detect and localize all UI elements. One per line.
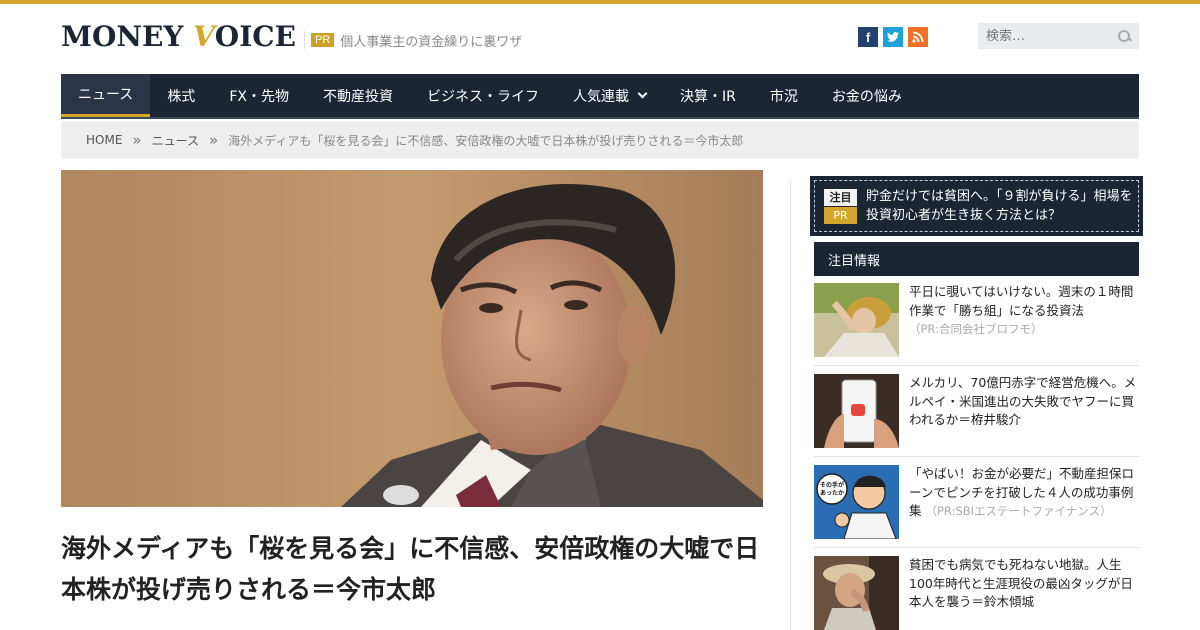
logo-text-main: MONEY [61, 20, 194, 53]
thumbnail-elderly-worker[interactable] [814, 556, 899, 630]
list-item-title: 貧困でも病気でも死ねない地獄。人生100年時代と生涯現役の最凶タッグが日本人を襲… [909, 557, 1133, 609]
list-item-text: 貧困でも病気でも死ねない地獄。人生100年時代と生涯現役の最凶タッグが日本人を襲… [909, 556, 1139, 630]
search-box [978, 23, 1139, 49]
pr-link-text: 個人事業主の資金繰りに裏ワザ [340, 34, 523, 50]
article-title[interactable]: 海外メディアも「桜を見る会」に不信感、安倍政権の大嘘で日本株が投げ売りされる＝今… [61, 528, 761, 610]
rss-icon[interactable] [908, 27, 928, 47]
notice-badge-pr: PR [824, 206, 857, 224]
sidebar-list: 平日に覗いてはいけない。週末の１時間作業で「勝ち組」になる投資法 （PR:合同会… [814, 283, 1139, 630]
nav-label: 決算・IR [679, 88, 736, 105]
facebook-icon[interactable]: f [858, 27, 878, 47]
nav-item-stocks[interactable]: 株式 [150, 74, 212, 117]
thumbnail-mercari-phone[interactable] [814, 374, 899, 448]
nav-item-fx[interactable]: FX・先物 [212, 74, 306, 117]
nav-label: 人気連載 [572, 88, 629, 105]
sidebar-section-title: 注目情報 [814, 242, 1139, 276]
search-input[interactable] [986, 28, 1106, 44]
twitter-icon[interactable] [883, 27, 903, 47]
breadcrumb-separator: » [209, 131, 219, 149]
list-item[interactable]: その手が あったか 「やばい！お金が必要だ」不動産担保ローンでピンチを打破した４… [814, 465, 1139, 548]
site-logo[interactable]: MONEY VOICE [61, 22, 296, 52]
social-links: f [858, 27, 928, 47]
list-item-text: 「やばい！お金が必要だ」不動産担保ローンでピンチを打破した４人の成功事例集 （P… [909, 465, 1139, 547]
column-divider [790, 180, 791, 630]
breadcrumb: HOME » ニュース » 海外メディアも「桜を見る会」に不信感、安倍政権の大嘘… [61, 121, 1139, 159]
sidebar-notice-pr[interactable]: 注目 PR 貯金だけでは貧困へ。「９割が負ける」相場を投資初心者が生き抜く方法と… [810, 176, 1143, 236]
notice-badge-attention: 注目 [824, 188, 857, 206]
chevron-down-icon [637, 88, 648, 99]
article-hero-image [61, 170, 763, 507]
nav-label: 不動産投資 [322, 88, 393, 105]
notice-inner: 注目 PR 貯金だけでは貧困へ。「９割が負ける」相場を投資初心者が生き抜く方法と… [814, 180, 1139, 232]
pr-badge: PR [311, 33, 335, 47]
breadcrumb-current: 海外メディアも「桜を見る会」に不信感、安倍政権の大嘘で日本株が投げ売りされる＝今… [228, 133, 744, 148]
list-item-title: 平日に覗いてはいけない。週末の１時間作業で「勝ち組」になる投資法 [909, 284, 1134, 318]
list-item-source: （PR:SBIエステートファイナンス） [925, 504, 1112, 518]
logo-text-rest: OICE [214, 20, 296, 53]
main-nav: ニュース 株式 FX・先物 不動産投資 ビジネス・ライフ 人気連載 決算・IR … [61, 74, 1139, 119]
nav-label: ニュース [78, 87, 134, 103]
svg-text:あったか: あったか [820, 489, 844, 497]
thumbnail-relaxing-woman[interactable] [814, 283, 899, 357]
list-item-source: （PR:合同会社ブロフモ） [909, 322, 1043, 336]
list-item[interactable]: 貧困でも病気でも死ねない地獄。人生100年時代と生涯現役の最凶タッグが日本人を襲… [814, 556, 1139, 630]
nav-label: お金の悩み [831, 88, 902, 105]
list-item-text: メルカリ、70億円赤字で経営危機へ。メルペイ・米国進出の大失敗でヤフーに買われる… [909, 374, 1139, 456]
search-icon[interactable] [1117, 29, 1131, 43]
notice-badges: 注目 PR [824, 188, 857, 224]
header-pr-link[interactable]: PR 個人事業主の資金繰りに裏ワザ [304, 31, 523, 50]
breadcrumb-home[interactable]: HOME [86, 133, 122, 147]
nav-item-news[interactable]: ニュース [61, 74, 151, 117]
breadcrumb-category[interactable]: ニュース [152, 132, 199, 149]
nav-item-earnings-ir[interactable]: 決算・IR [663, 74, 753, 117]
nav-item-business-life[interactable]: ビジネス・ライフ [410, 74, 556, 117]
list-item[interactable]: 平日に覗いてはいけない。週末の１時間作業で「勝ち組」になる投資法 （PR:合同会… [814, 283, 1139, 366]
nav-label: 市況 [769, 88, 798, 105]
list-item-text: 平日に覗いてはいけない。週末の１時間作業で「勝ち組」になる投資法 （PR:合同会… [909, 283, 1139, 365]
list-item-title: メルカリ、70億円赤字で経営危機へ。メルペイ・米国進出の大失敗でヤフーに買われる… [909, 375, 1137, 427]
nav-item-money-worries[interactable]: お金の悩み [815, 74, 919, 117]
list-item[interactable]: メルカリ、70億円赤字で経営危機へ。メルペイ・米国進出の大失敗でヤフーに買われる… [814, 374, 1139, 457]
nav-label: ビジネス・ライフ [426, 88, 539, 105]
logo-text-accent: V [193, 20, 215, 53]
nav-label: FX・先物 [229, 88, 289, 105]
breadcrumb-separator: » [132, 131, 142, 149]
top-accent-stripe [0, 0, 1200, 4]
nav-item-real-estate[interactable]: 不動産投資 [306, 74, 410, 117]
nav-item-market[interactable]: 市況 [753, 74, 815, 117]
nav-label: 株式 [167, 88, 196, 105]
thumbnail-manga-illustration[interactable]: その手が あったか [814, 465, 899, 539]
nav-item-popular-series[interactable]: 人気連載 [556, 74, 663, 117]
notice-text: 貯金だけでは貧困へ。「９割が負ける」相場を投資初心者が生き抜く方法とは？ [866, 189, 1133, 223]
svg-text:その手が: その手が [820, 481, 844, 489]
